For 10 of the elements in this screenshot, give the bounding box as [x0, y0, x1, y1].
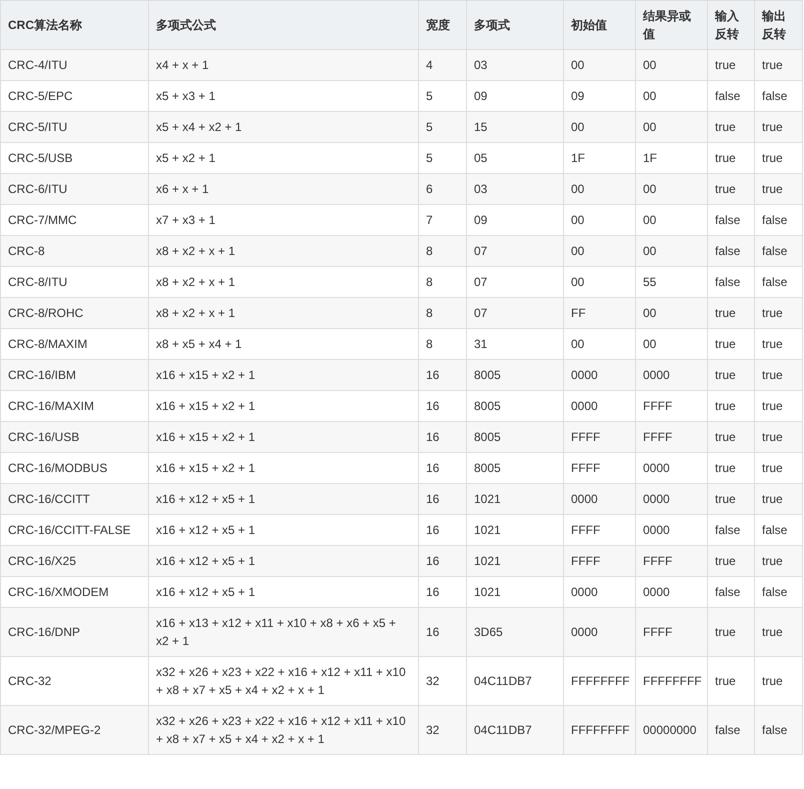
column-header: CRC算法名称 — [0, 0, 148, 50]
table-cell: 04C11DB7 — [466, 706, 564, 754]
table-cell: false — [754, 706, 802, 754]
table-cell: 00000000 — [636, 706, 708, 754]
table-cell: CRC-32/MPEG-2 — [0, 706, 148, 754]
table-cell: x32 + x26 + x23 + x22 + x16 + x12 + x11 + x10 + x8 + x7 + x5 + x4 + x2 + x + 1 — [148, 706, 418, 754]
column-header: 多项式公式 — [148, 0, 418, 50]
table-cell: 32 — [418, 706, 466, 754]
table-cell: false — [708, 706, 754, 754]
table-cell: FFFFFFFF — [564, 706, 636, 754]
